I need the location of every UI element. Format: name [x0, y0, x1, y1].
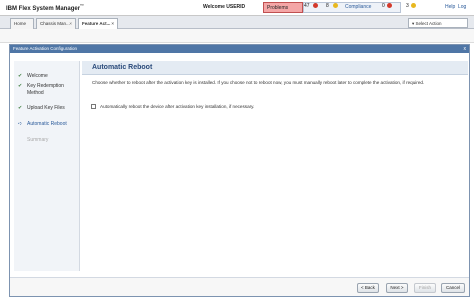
compliance-warning-count[interactable]: 3: [406, 3, 409, 9]
help-link[interactable]: Help: [445, 4, 455, 10]
tab-bar: Home Chassis Man... × Feature Act... × ▾ S…: [0, 16, 474, 29]
check-icon: ✔: [18, 83, 23, 89]
close-tab-icon[interactable]: ×: [111, 21, 114, 26]
compliance-error-icon: [387, 3, 392, 8]
warning-count[interactable]: 8: [326, 3, 329, 9]
tab-feature-activation[interactable]: Feature Act... ×: [78, 18, 118, 29]
wizard-step-welcome[interactable]: ✔ Welcome: [18, 73, 78, 80]
tab-home[interactable]: Home: [10, 18, 34, 29]
back-button[interactable]: < Back: [357, 283, 379, 293]
welcome-text: Welcome USERID: [203, 4, 246, 10]
compliance-link[interactable]: Compliance: [345, 4, 371, 10]
chevron-down-icon: ▾: [412, 21, 415, 26]
problems-link[interactable]: Problems: [263, 2, 303, 13]
check-icon: ✔: [18, 73, 23, 79]
arrow-right-icon: ➪: [18, 121, 23, 127]
compliance-error-count[interactable]: 0: [382, 3, 385, 9]
close-icon[interactable]: x: [464, 46, 467, 52]
dialog-title: Feature Activation Configuration: [13, 46, 78, 51]
content-header: Automatic Reboot: [82, 61, 468, 75]
problems-count[interactable]: 47: [304, 3, 310, 9]
next-button[interactable]: Next >: [386, 283, 408, 293]
auto-reboot-label[interactable]: Automatically reboot the device after ac…: [100, 104, 254, 109]
error-icon: [313, 3, 318, 8]
close-tab-icon[interactable]: ×: [69, 21, 72, 26]
step-description: Choose whether to reboot after the activ…: [92, 80, 425, 85]
wizard-steps: ✔ Welcome ✔ Key Redemption Method ✔ Uplo…: [14, 61, 80, 271]
wizard-button-bar: < Back Next > Finish Cancel: [10, 277, 469, 296]
toolbar-strip: [0, 29, 474, 43]
dialog-header: Feature Activation Configuration x: [10, 45, 469, 53]
wizard-step-key-redemption[interactable]: ✔ Key Redemption Method: [18, 83, 78, 96]
check-icon: ✔: [18, 105, 23, 111]
app-title: IBM Flex System Manager™: [6, 3, 85, 12]
feature-activation-dialog: Feature Activation Configuration x ✔ Wel…: [9, 44, 470, 297]
finish-button: Finish: [414, 283, 436, 293]
cancel-button[interactable]: Cancel: [441, 283, 465, 293]
select-action-dropdown[interactable]: ▾ Select Action: [408, 18, 468, 28]
top-banner: IBM Flex System Manager™ Welcome USERID …: [0, 0, 474, 16]
logout-link[interactable]: Log: [458, 4, 466, 10]
wizard-step-summary: Summary: [27, 137, 49, 143]
page-title: Automatic Reboot: [92, 64, 153, 71]
auto-reboot-option[interactable]: Automatically reboot the device after ac…: [91, 103, 461, 111]
compliance-warning-icon: [411, 3, 416, 8]
tab-chassis-manager[interactable]: Chassis Man... ×: [36, 18, 76, 29]
wizard-step-upload-key-files[interactable]: ✔ Upload Key Files: [18, 105, 78, 112]
warning-icon: [333, 3, 338, 8]
auto-reboot-checkbox[interactable]: [91, 104, 96, 109]
wizard-content: Automatic Reboot Choose whether to reboo…: [82, 61, 468, 271]
wizard-step-automatic-reboot[interactable]: ➪ Automatic Reboot: [18, 121, 78, 128]
